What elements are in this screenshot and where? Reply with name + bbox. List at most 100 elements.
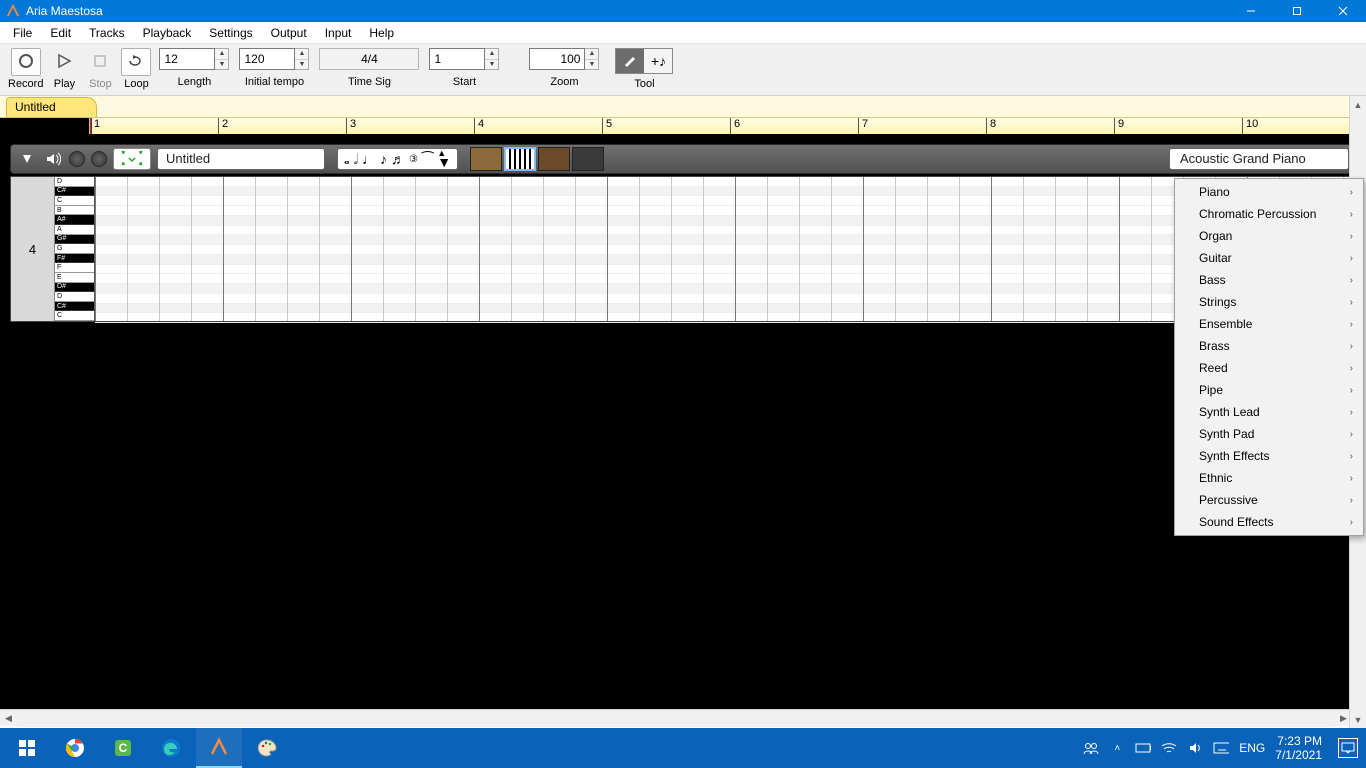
start-input[interactable] bbox=[429, 48, 485, 70]
piano-key[interactable]: F bbox=[55, 263, 94, 273]
instrument-category-item[interactable]: Bass› bbox=[1175, 269, 1363, 291]
menu-output[interactable]: Output bbox=[262, 23, 316, 43]
zoom-input[interactable] bbox=[529, 48, 585, 70]
scroll-up-button[interactable]: ▲ bbox=[1350, 96, 1366, 113]
instrument-category-item[interactable]: Ensemble› bbox=[1175, 313, 1363, 335]
instrument-selector[interactable]: Acoustic Grand Piano bbox=[1169, 148, 1349, 170]
piano-key[interactable]: D bbox=[55, 177, 94, 187]
score-editor-tab[interactable] bbox=[470, 147, 502, 171]
grid-barline bbox=[735, 177, 736, 321]
tempo-spinner[interactable]: ▲▼ bbox=[295, 48, 309, 70]
keyboard-icon[interactable] bbox=[1213, 740, 1229, 756]
taskbar-app-aria[interactable] bbox=[196, 728, 242, 768]
grid-barline bbox=[351, 177, 352, 321]
solo-button[interactable] bbox=[91, 151, 107, 167]
track-name-field[interactable]: Untitled bbox=[157, 148, 325, 170]
taskbar-app-edge[interactable] bbox=[148, 728, 194, 768]
system-clock[interactable]: 7:23 PM 7/1/2021 bbox=[1275, 734, 1322, 763]
zoom-spinner[interactable]: ▲▼ bbox=[585, 48, 599, 70]
instrument-category-item[interactable]: Strings› bbox=[1175, 291, 1363, 313]
menu-settings[interactable]: Settings bbox=[200, 23, 261, 43]
workspace: Untitled 𝅝 𝅗𝅥 ♩ ♪ ♬ ③ ⁀ ▲▼ Acoustic Gran… bbox=[0, 136, 1366, 726]
chevron-up-icon[interactable]: ˄ bbox=[1109, 740, 1125, 756]
close-button[interactable] bbox=[1320, 0, 1366, 22]
piano-key[interactable]: D# bbox=[55, 283, 94, 293]
collapse-track-button[interactable] bbox=[17, 149, 37, 169]
note-duration-tools[interactable]: 𝅝 𝅗𝅥 ♩ ♪ ♬ ③ ⁀ ▲▼ bbox=[337, 148, 458, 170]
tempo-input[interactable] bbox=[239, 48, 295, 70]
controller-editor-tab[interactable] bbox=[572, 147, 604, 171]
instrument-category-item[interactable]: Guitar› bbox=[1175, 247, 1363, 269]
piano-key[interactable]: A# bbox=[55, 215, 94, 225]
scroll-down-button[interactable]: ▼ bbox=[1350, 711, 1366, 728]
menu-input[interactable]: Input bbox=[316, 23, 361, 43]
taskbar-app-chrome[interactable] bbox=[52, 728, 98, 768]
piano-key[interactable]: G bbox=[55, 244, 94, 254]
instrument-category-item[interactable]: Ethnic› bbox=[1175, 467, 1363, 489]
maximize-track-button[interactable] bbox=[113, 148, 151, 170]
horizontal-scrollbar[interactable]: ◀ ▶ bbox=[0, 709, 1352, 726]
people-icon[interactable] bbox=[1083, 740, 1099, 756]
minimize-button[interactable] bbox=[1228, 0, 1274, 22]
play-button[interactable]: Play bbox=[47, 48, 81, 90]
piano-key[interactable]: C# bbox=[55, 187, 94, 197]
start-spinner[interactable]: ▲▼ bbox=[485, 48, 499, 70]
piano-key[interactable]: B bbox=[55, 206, 94, 216]
piano-editor-tab[interactable] bbox=[504, 147, 536, 171]
sound-icon[interactable] bbox=[1187, 740, 1203, 756]
timesig-button[interactable]: 4/4 Time Sig bbox=[319, 48, 419, 88]
instrument-category-item[interactable]: Chromatic Percussion› bbox=[1175, 203, 1363, 225]
instrument-category-item[interactable]: Pipe› bbox=[1175, 379, 1363, 401]
menu-file[interactable]: File bbox=[4, 23, 41, 43]
instrument-category-item[interactable]: Percussive› bbox=[1175, 489, 1363, 511]
instrument-category-item[interactable]: Synth Effects› bbox=[1175, 445, 1363, 467]
wifi-icon[interactable] bbox=[1161, 740, 1177, 756]
language-indicator[interactable]: ENG bbox=[1239, 741, 1265, 755]
menu-help[interactable]: Help bbox=[360, 23, 403, 43]
taskbar-app-camtasia[interactable]: C bbox=[100, 728, 146, 768]
scroll-left-button[interactable]: ◀ bbox=[0, 710, 17, 727]
scroll-track[interactable] bbox=[17, 710, 1335, 727]
grid-beatline bbox=[1023, 177, 1024, 321]
piano-key[interactable]: E bbox=[55, 273, 94, 283]
note-grid[interactable] bbox=[95, 177, 1355, 321]
instrument-category-item[interactable]: Reed› bbox=[1175, 357, 1363, 379]
instrument-category-item[interactable]: Piano› bbox=[1175, 181, 1363, 203]
instrument-category-item[interactable]: Sound Effects› bbox=[1175, 511, 1363, 533]
menu-tracks[interactable]: Tracks bbox=[80, 23, 134, 43]
piano-key[interactable]: A bbox=[55, 225, 94, 235]
chevron-right-icon: › bbox=[1350, 517, 1353, 528]
instrument-category-item[interactable]: Synth Pad› bbox=[1175, 423, 1363, 445]
timeline-ruler[interactable]: 12345678910 bbox=[0, 118, 1366, 136]
piano-key[interactable]: D bbox=[55, 292, 94, 302]
loop-button[interactable]: Loop bbox=[119, 48, 153, 90]
maximize-button[interactable] bbox=[1274, 0, 1320, 22]
menu-edit[interactable]: Edit bbox=[41, 23, 80, 43]
length-input[interactable] bbox=[159, 48, 215, 70]
instrument-category-item[interactable]: Organ› bbox=[1175, 225, 1363, 247]
battery-icon[interactable] bbox=[1135, 740, 1151, 756]
instrument-category-item[interactable]: Synth Lead› bbox=[1175, 401, 1363, 423]
start-button[interactable] bbox=[4, 728, 50, 768]
tool-add-note-button[interactable]: +♪ bbox=[644, 49, 672, 73]
stop-button[interactable]: Stop bbox=[83, 48, 117, 90]
tool-edit-button[interactable] bbox=[616, 49, 644, 73]
ruler-tick: 7 bbox=[858, 118, 868, 134]
piano-key[interactable]: F# bbox=[55, 254, 94, 264]
taskbar-app-paint[interactable] bbox=[244, 728, 290, 768]
length-spinner[interactable]: ▲▼ bbox=[215, 48, 229, 70]
record-button[interactable]: Record bbox=[6, 48, 45, 90]
instrument-category-item[interactable]: Brass› bbox=[1175, 335, 1363, 357]
piano-key[interactable]: C bbox=[55, 311, 94, 321]
piano-keys[interactable]: DC#CBA#AG#GF#FED#DC#C bbox=[55, 177, 95, 321]
piano-key[interactable]: C bbox=[55, 196, 94, 206]
action-center-button[interactable] bbox=[1338, 738, 1358, 758]
document-tab[interactable]: Untitled bbox=[6, 97, 97, 117]
eighth-note-icon: ♪ bbox=[380, 151, 387, 167]
volume-icon[interactable] bbox=[43, 149, 63, 169]
menu-playback[interactable]: Playback bbox=[134, 23, 201, 43]
mute-button[interactable] bbox=[69, 151, 85, 167]
piano-key[interactable]: C# bbox=[55, 302, 94, 312]
piano-key[interactable]: G# bbox=[55, 235, 94, 245]
drum-editor-tab[interactable] bbox=[538, 147, 570, 171]
